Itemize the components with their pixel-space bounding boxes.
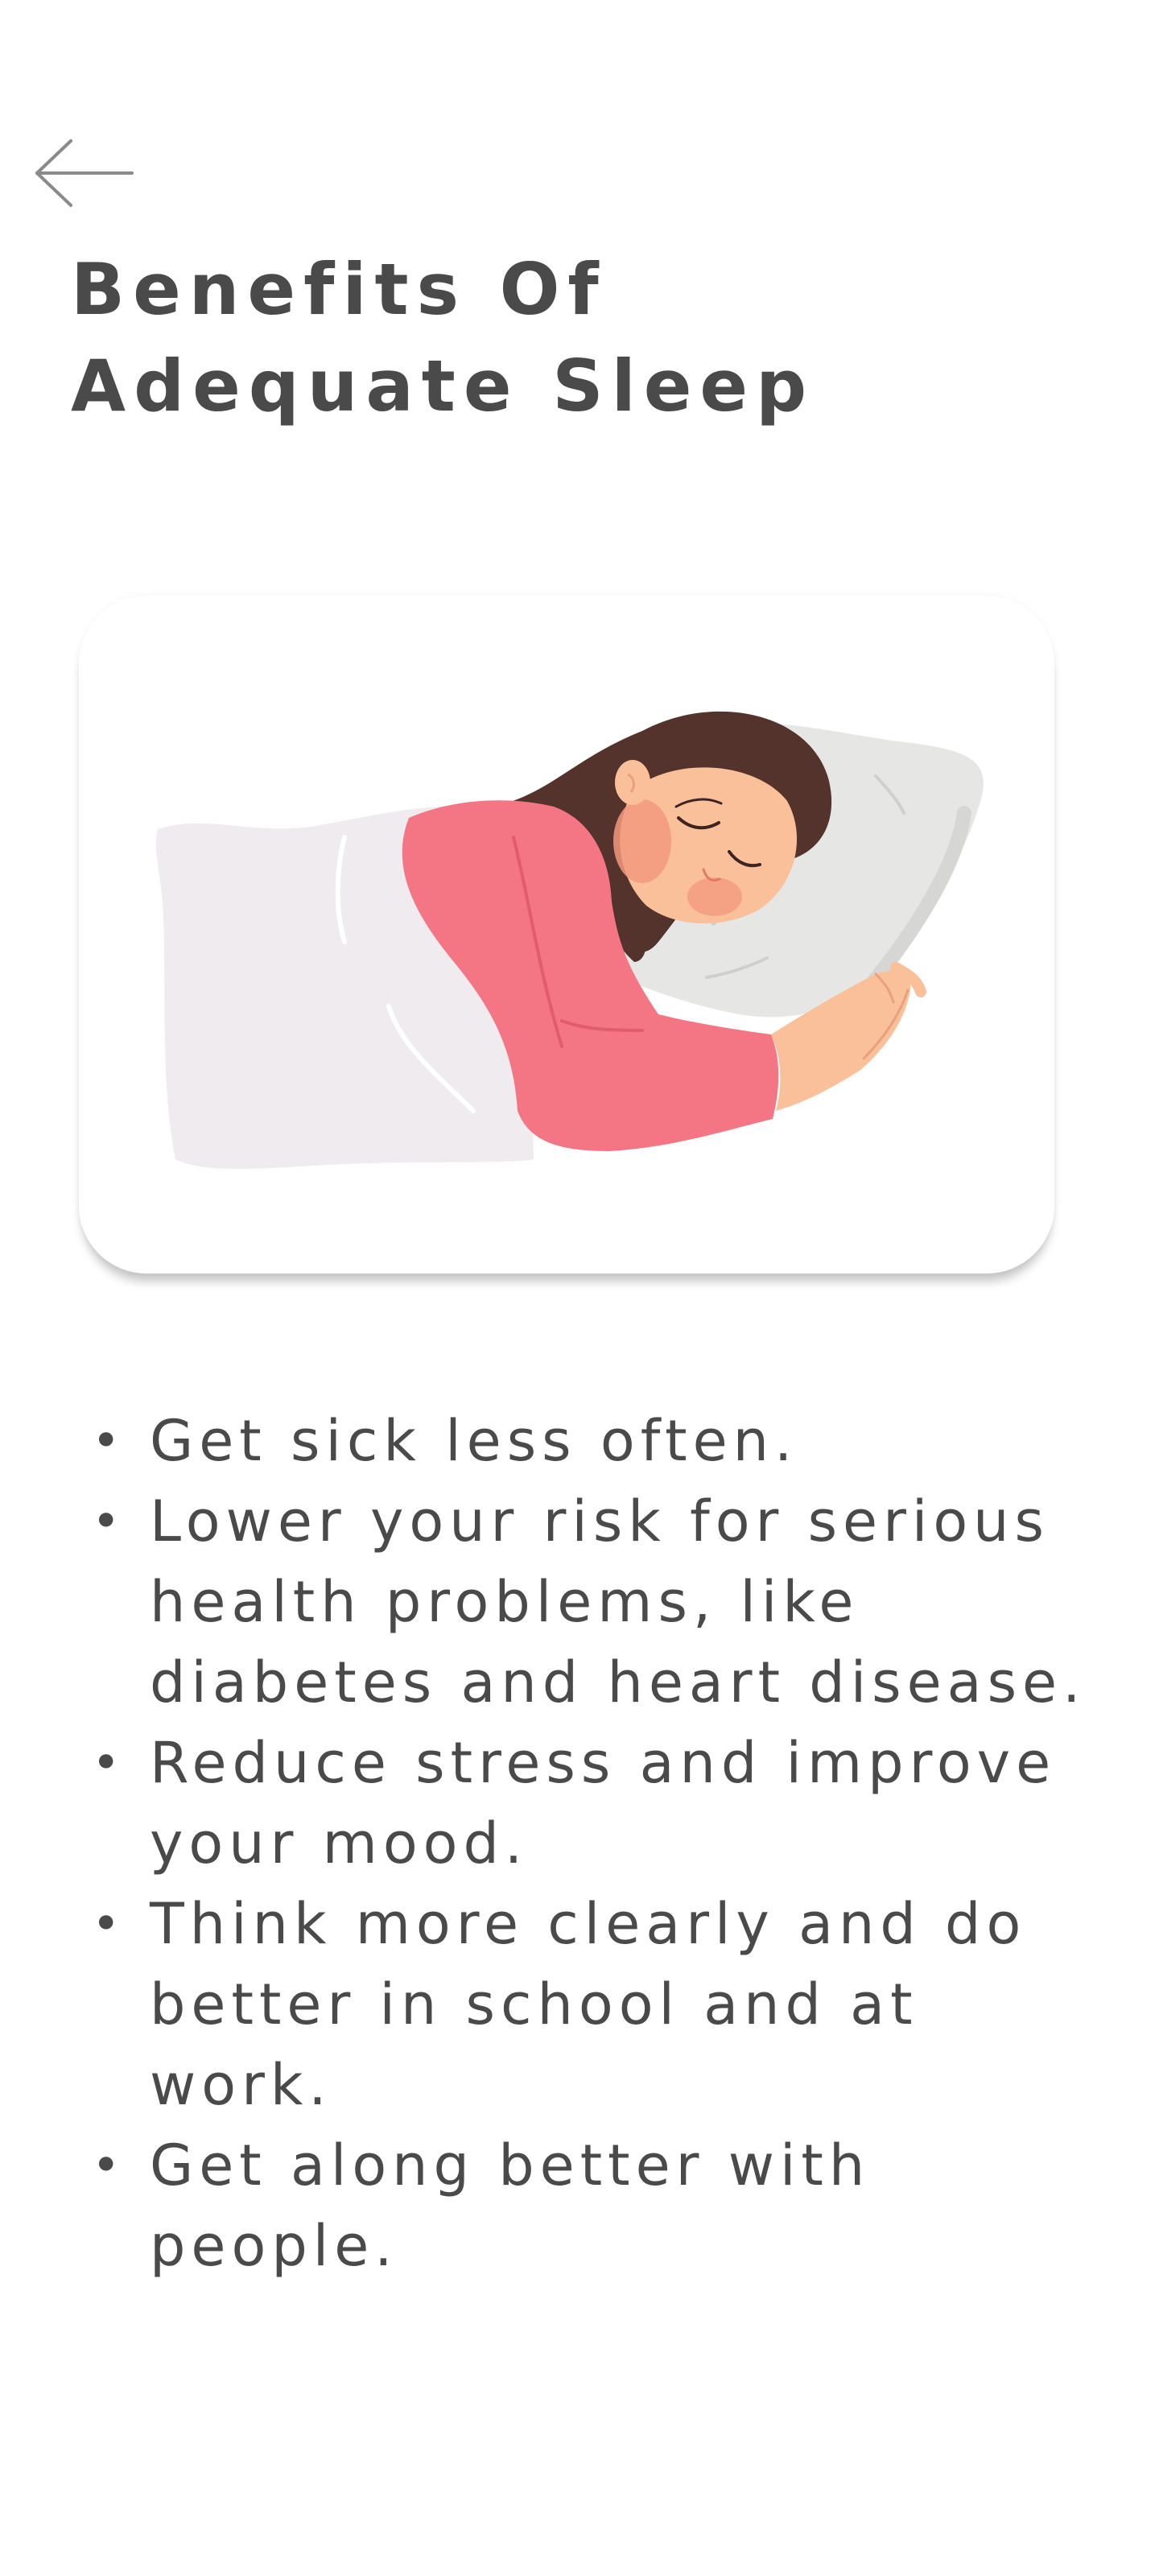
list-item-text: Get sick less often. <box>150 1408 798 1474</box>
bullet: • <box>92 1413 126 1469</box>
bullet: • <box>92 2137 126 2194</box>
page-title: Benefits Of Adequate Sleep <box>71 248 815 427</box>
list-item-text: Get along better with people. <box>150 2132 871 2279</box>
bullet: • <box>92 1493 126 1550</box>
list-item: • Reduce stress and improve your mood. <box>89 1723 1095 1884</box>
woman-sleeping-illustration <box>155 711 984 1170</box>
list-item: • Get sick less often. <box>89 1401 1095 1481</box>
bullet: • <box>92 1896 126 1952</box>
list-item: • Think more clearly and do better in sc… <box>89 1884 1095 2125</box>
back-button[interactable] <box>32 137 137 209</box>
list-item-text: Think more clearly and do better in scho… <box>150 1891 1027 2118</box>
illustration-card <box>79 596 1054 1274</box>
arrow-left-icon <box>35 139 134 207</box>
list-item: • Lower your risk for serious health pro… <box>89 1481 1095 1723</box>
list-item: • Get along better with people. <box>89 2125 1095 2286</box>
benefits-list: • Get sick less often. • Lower your risk… <box>89 1401 1095 2286</box>
bullet: • <box>92 1735 126 1791</box>
list-item-text: Reduce stress and improve your mood. <box>150 1730 1057 1876</box>
list-item-text: Lower your risk for serious health probl… <box>150 1488 1087 1715</box>
